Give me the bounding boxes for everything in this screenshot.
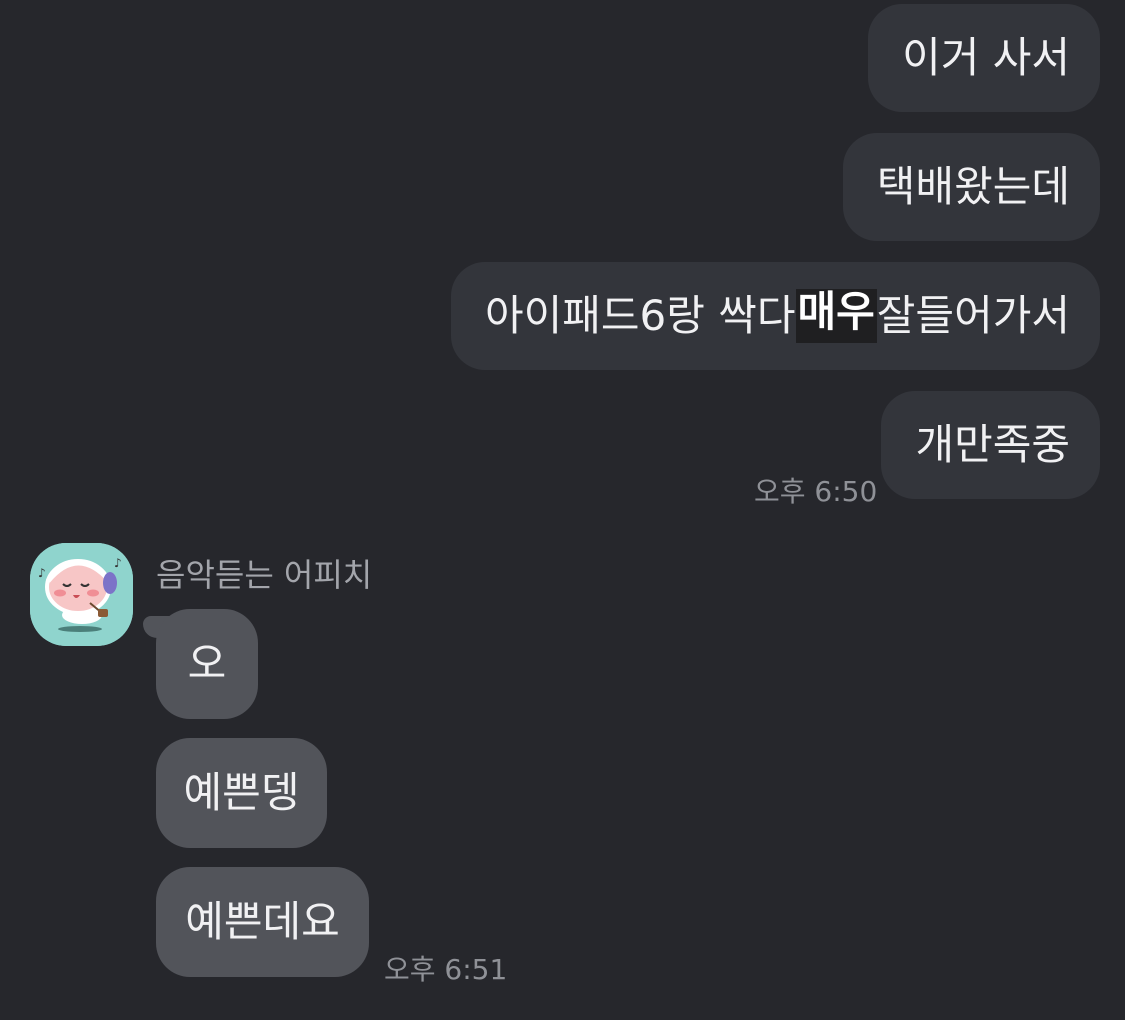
message-text: 이거 사서 [902,33,1070,82]
avatar-image: ♪ ♪ [30,543,133,646]
sent-message-bubble[interactable]: 아이패드6랑 싹다 매우 잘들어가서 [450,262,1100,370]
sender-name: 음악듣는 어피치 [156,556,373,594]
message-text: 예쁜데요 [185,897,340,946]
svg-text:♪: ♪ [38,566,46,580]
message-text: 예쁜뎅 [183,768,300,817]
message-text: 오 [187,639,227,688]
highlighted-text: 매우 [795,289,877,343]
sent-timestamp: 오후 6:50 [754,475,878,508]
apeach-headphones-icon[interactable]: ♪ ♪ [30,543,133,646]
sent-message-bubble[interactable]: 택배왔는데 [842,133,1100,241]
received-timestamp: 오후 6:51 [384,953,508,986]
sent-message-bubble[interactable]: 이거 사서 [868,4,1100,112]
sent-message-bubble[interactable]: 개만족중 [881,391,1100,499]
received-message-bubble[interactable]: 예쁜뎅 [156,738,327,848]
svg-text:♪: ♪ [114,556,122,570]
message-text: 개만족중 [915,420,1070,469]
message-text-part: 아이패드6랑 싹다 [484,291,796,340]
message-text: 택배왔는데 [876,162,1070,211]
received-message-bubble[interactable]: 오 [156,609,258,719]
received-message-bubble[interactable]: 예쁜데요 [156,867,369,977]
message-text-part: 잘들어가서 [876,291,1070,340]
